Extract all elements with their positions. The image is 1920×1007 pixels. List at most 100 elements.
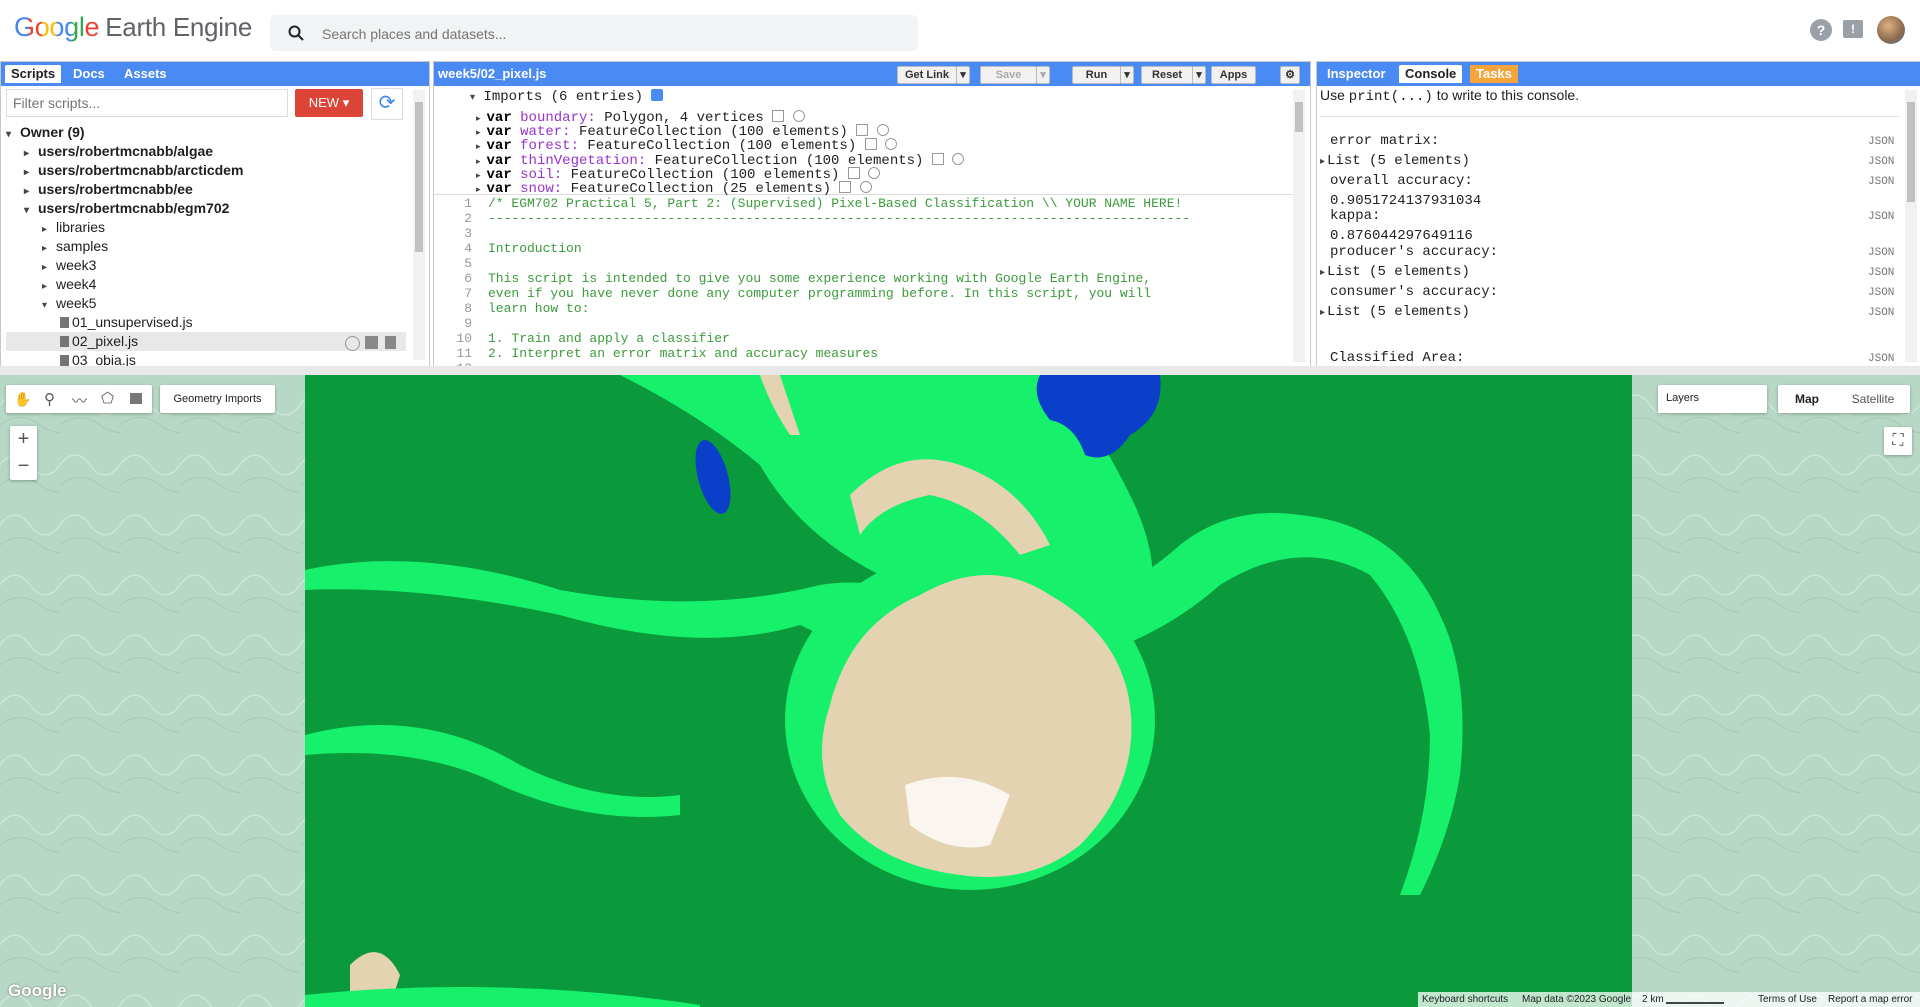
- import-entry[interactable]: ▸ var snow: FeatureCollection (25 element…: [476, 181, 872, 196]
- polygon-icon[interactable]: ⬠: [101, 389, 114, 407]
- feedback-icon[interactable]: !: [1843, 20, 1863, 38]
- json-toggle[interactable]: JSON: [1868, 287, 1894, 299]
- inspect-icon[interactable]: [772, 110, 785, 122]
- save-button[interactable]: Save: [980, 66, 1037, 84]
- tree-folder-item[interactable]: ▸ users/robertmcnabb/algae: [6, 142, 406, 161]
- rectangle-icon[interactable]: [130, 393, 142, 404]
- help-icon[interactable]: ?: [1810, 19, 1832, 41]
- import-entry[interactable]: ▸ var water: FeatureCollection (100 eleme…: [476, 124, 889, 139]
- json-toggle[interactable]: JSON: [1868, 156, 1894, 168]
- code-line[interactable]: /* EGM702 Practical 5, Part 2: (Supervis…: [488, 196, 1182, 211]
- map-view[interactable]: ✋ ⚲ 〰 ⬠ Geometry Imports + − Layers Map …: [0, 375, 1920, 1007]
- expand-icon[interactable]: ▸: [476, 185, 481, 195]
- code-line[interactable]: Introduction: [488, 241, 582, 256]
- scale-label[interactable]: 2 km: [1642, 992, 1664, 1007]
- inspect-icon[interactable]: [864, 138, 877, 151]
- console-list-item[interactable]: ▸ List (5 elements): [1320, 153, 1470, 169]
- code-line[interactable]: This script is intended to give you some…: [488, 271, 1151, 286]
- tree-folder-item[interactable]: ▾ Owner (9): [6, 123, 406, 142]
- json-toggle[interactable]: JSON: [1868, 176, 1894, 188]
- geometry-imports-button[interactable]: Geometry Imports: [160, 385, 275, 413]
- avatar[interactable]: [1877, 16, 1905, 44]
- settings-icon[interactable]: [952, 152, 965, 165]
- point-marker-icon[interactable]: ⚲: [44, 390, 55, 408]
- run-dropdown[interactable]: ▾: [1120, 66, 1134, 84]
- get-link-button[interactable]: Get Link: [897, 66, 957, 84]
- tab-console[interactable]: Console: [1399, 65, 1463, 83]
- map-type-satellite-button[interactable]: Satellite: [1836, 385, 1910, 413]
- json-toggle[interactable]: JSON: [1868, 353, 1894, 365]
- tree-folder-item[interactable]: ▸ libraries: [6, 218, 406, 237]
- imports-header[interactable]: ▾ Imports (6 entries): [470, 89, 664, 105]
- tab-assets[interactable]: Assets: [118, 65, 173, 83]
- expand-icon[interactable]: ▸: [1320, 308, 1325, 319]
- editor-scrollbar[interactable]: [1293, 90, 1305, 362]
- json-toggle[interactable]: JSON: [1868, 307, 1894, 319]
- script-file-item[interactable]: 01_unsupervised.js: [6, 313, 406, 332]
- map-canvas[interactable]: [0, 375, 1920, 1007]
- earth-engine-logo[interactable]: Google Earth Engine: [14, 12, 252, 43]
- reset-button[interactable]: Reset: [1141, 66, 1193, 84]
- delete-icon[interactable]: [385, 336, 396, 349]
- zoom-in-button[interactable]: +: [10, 426, 37, 453]
- tab-scripts[interactable]: Scripts: [5, 65, 62, 83]
- expand-icon[interactable]: ▸: [1320, 268, 1325, 279]
- tree-folder-item[interactable]: ▸ week4: [6, 275, 406, 294]
- get-link-dropdown[interactable]: ▾: [956, 66, 970, 84]
- json-toggle[interactable]: JSON: [1868, 136, 1894, 148]
- tree-folder-item[interactable]: ▸ week3: [6, 256, 406, 275]
- gear-icon[interactable]: ⚙: [1280, 66, 1300, 84]
- console-list-item[interactable]: ▸ List (5 elements): [1320, 264, 1470, 280]
- console-scrollbar[interactable]: [1905, 90, 1917, 362]
- fullscreen-icon[interactable]: ⛶: [1884, 427, 1912, 455]
- zoom-out-button[interactable]: −: [10, 453, 37, 480]
- tab-docs[interactable]: Docs: [67, 65, 111, 83]
- hand-icon[interactable]: ✋: [14, 391, 31, 408]
- expand-icon[interactable]: ▸: [1320, 157, 1325, 168]
- expand-icon[interactable]: ▸: [476, 128, 481, 138]
- history-icon[interactable]: [345, 336, 360, 351]
- settings-icon[interactable]: [859, 181, 872, 193]
- reset-dropdown[interactable]: ▾: [1192, 66, 1206, 84]
- tree-folder-item[interactable]: ▾ users/robertmcnabb/egm702: [6, 199, 406, 218]
- expand-icon[interactable]: ▸: [476, 171, 481, 181]
- settings-icon[interactable]: [868, 166, 881, 179]
- json-toggle[interactable]: JSON: [1868, 247, 1894, 259]
- refresh-icon[interactable]: ⟳: [371, 88, 403, 120]
- console-list-item[interactable]: ▸ List (5 elements): [1320, 304, 1470, 320]
- tab-inspector[interactable]: Inspector: [1321, 65, 1392, 83]
- code-line[interactable]: even if you have never done any computer…: [488, 286, 1151, 301]
- terms-of-use-link[interactable]: Terms of Use: [1758, 992, 1817, 1007]
- inspect-icon[interactable]: [931, 152, 944, 165]
- json-toggle[interactable]: JSON: [1868, 267, 1894, 279]
- import-entry[interactable]: ▸ var forest: FeatureCollection (100 elem…: [476, 138, 898, 153]
- collapse-imports-icon[interactable]: ▾: [470, 93, 475, 104]
- inspect-icon[interactable]: [839, 181, 852, 193]
- search-bar[interactable]: [270, 15, 918, 53]
- keyboard-shortcuts-link[interactable]: Keyboard shortcuts: [1422, 992, 1508, 1007]
- expand-icon[interactable]: ▸: [476, 114, 481, 124]
- apps-button[interactable]: Apps: [1211, 66, 1256, 84]
- chevron-down-icon[interactable]: ▾: [6, 125, 20, 144]
- filter-scripts-input[interactable]: [6, 89, 288, 117]
- save-dropdown[interactable]: ▾: [1036, 66, 1050, 84]
- chevron-down-icon[interactable]: ▾: [42, 296, 56, 315]
- expand-icon[interactable]: ▸: [476, 157, 481, 167]
- line-icon[interactable]: 〰: [72, 390, 87, 411]
- report-map-error-link[interactable]: Report a map error: [1828, 992, 1912, 1007]
- tree-folder-item[interactable]: ▸ users/robertmcnabb/arcticdem: [6, 161, 406, 180]
- settings-icon[interactable]: [792, 110, 805, 122]
- tree-folder-item[interactable]: ▾ week5: [6, 294, 406, 313]
- chevron-down-icon[interactable]: ▾: [24, 201, 38, 220]
- tab-tasks[interactable]: Tasks: [1470, 65, 1518, 83]
- rename-icon[interactable]: [365, 336, 378, 349]
- settings-icon[interactable]: [876, 124, 889, 137]
- code-line[interactable]: 2. Interpret an error matrix and accurac…: [488, 346, 878, 361]
- import-entry[interactable]: ▸ var soil: FeatureCollection (100 elemen…: [476, 166, 881, 182]
- run-button[interactable]: Run: [1072, 66, 1121, 84]
- search-input[interactable]: [320, 15, 904, 53]
- tree-folder-item[interactable]: ▸ users/robertmcnabb/ee: [6, 180, 406, 199]
- json-toggle[interactable]: JSON: [1868, 211, 1894, 223]
- expand-icon[interactable]: ▸: [476, 142, 481, 152]
- scripts-scrollbar[interactable]: [413, 90, 425, 360]
